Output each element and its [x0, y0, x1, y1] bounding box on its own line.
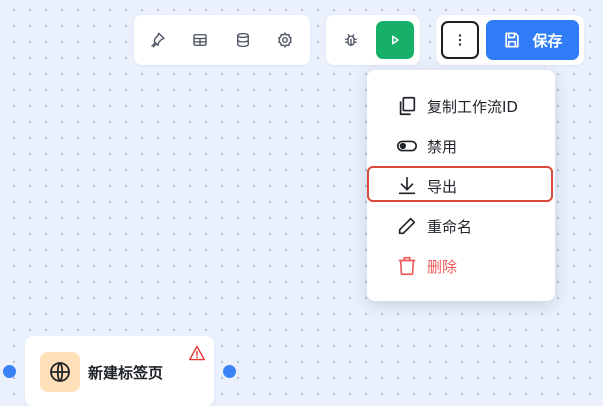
menu-item-label: 禁用: [427, 137, 458, 156]
menu-item-label: 重命名: [427, 217, 473, 236]
save-button[interactable]: 保存: [486, 20, 579, 60]
pin-icon: [151, 32, 165, 48]
bug-icon: [345, 34, 357, 46]
menu-item-copy-id[interactable]: 复制工作流ID: [367, 86, 555, 126]
database-icon: [237, 32, 249, 48]
menu-item-rename[interactable]: 重命名: [367, 206, 555, 246]
save-icon: [505, 32, 520, 48]
globe-icon: [40, 352, 80, 392]
menu-item-export[interactable]: 导出: [367, 166, 555, 206]
debug-button[interactable]: [333, 22, 369, 58]
menu-item-label: 复制工作流ID: [427, 97, 518, 116]
database-tool-button[interactable]: [225, 22, 261, 58]
toggle-icon: [396, 135, 418, 157]
run-button[interactable]: [376, 21, 414, 59]
node-input-port[interactable]: [3, 365, 16, 378]
trash-icon: [396, 255, 418, 277]
play-icon: [392, 35, 399, 45]
save-label: 保存: [532, 31, 563, 50]
menu-item-label: 导出: [427, 178, 458, 196]
node-title: 新建标签页: [88, 364, 164, 382]
menu-item-delete[interactable]: 删除: [367, 246, 555, 286]
menu-item-label: 删除: [427, 257, 458, 276]
download-icon: [396, 175, 418, 197]
menu-item-disable[interactable]: 禁用: [367, 126, 555, 166]
gear-icon: [277, 32, 293, 48]
settings-tool-button[interactable]: [267, 22, 303, 58]
pin-tool-button[interactable]: [140, 22, 176, 58]
copy-icon: [396, 95, 418, 117]
node-output-port[interactable]: [223, 365, 236, 378]
warning-icon: [189, 345, 205, 361]
run-toolbar: [326, 15, 420, 65]
tools-toolbar: [134, 15, 310, 65]
table-tool-button[interactable]: [182, 22, 218, 58]
highlight-outline: [367, 166, 553, 202]
actions-toolbar: 保存: [436, 15, 584, 65]
pencil-icon: [396, 215, 418, 237]
table-icon: [193, 34, 207, 46]
more-button[interactable]: [441, 21, 479, 59]
more-menu: 复制工作流ID 禁用 导出 重命名 删除: [367, 70, 555, 301]
workflow-node[interactable]: 新建标签页: [25, 336, 214, 406]
more-vertical-icon: [458, 34, 462, 46]
